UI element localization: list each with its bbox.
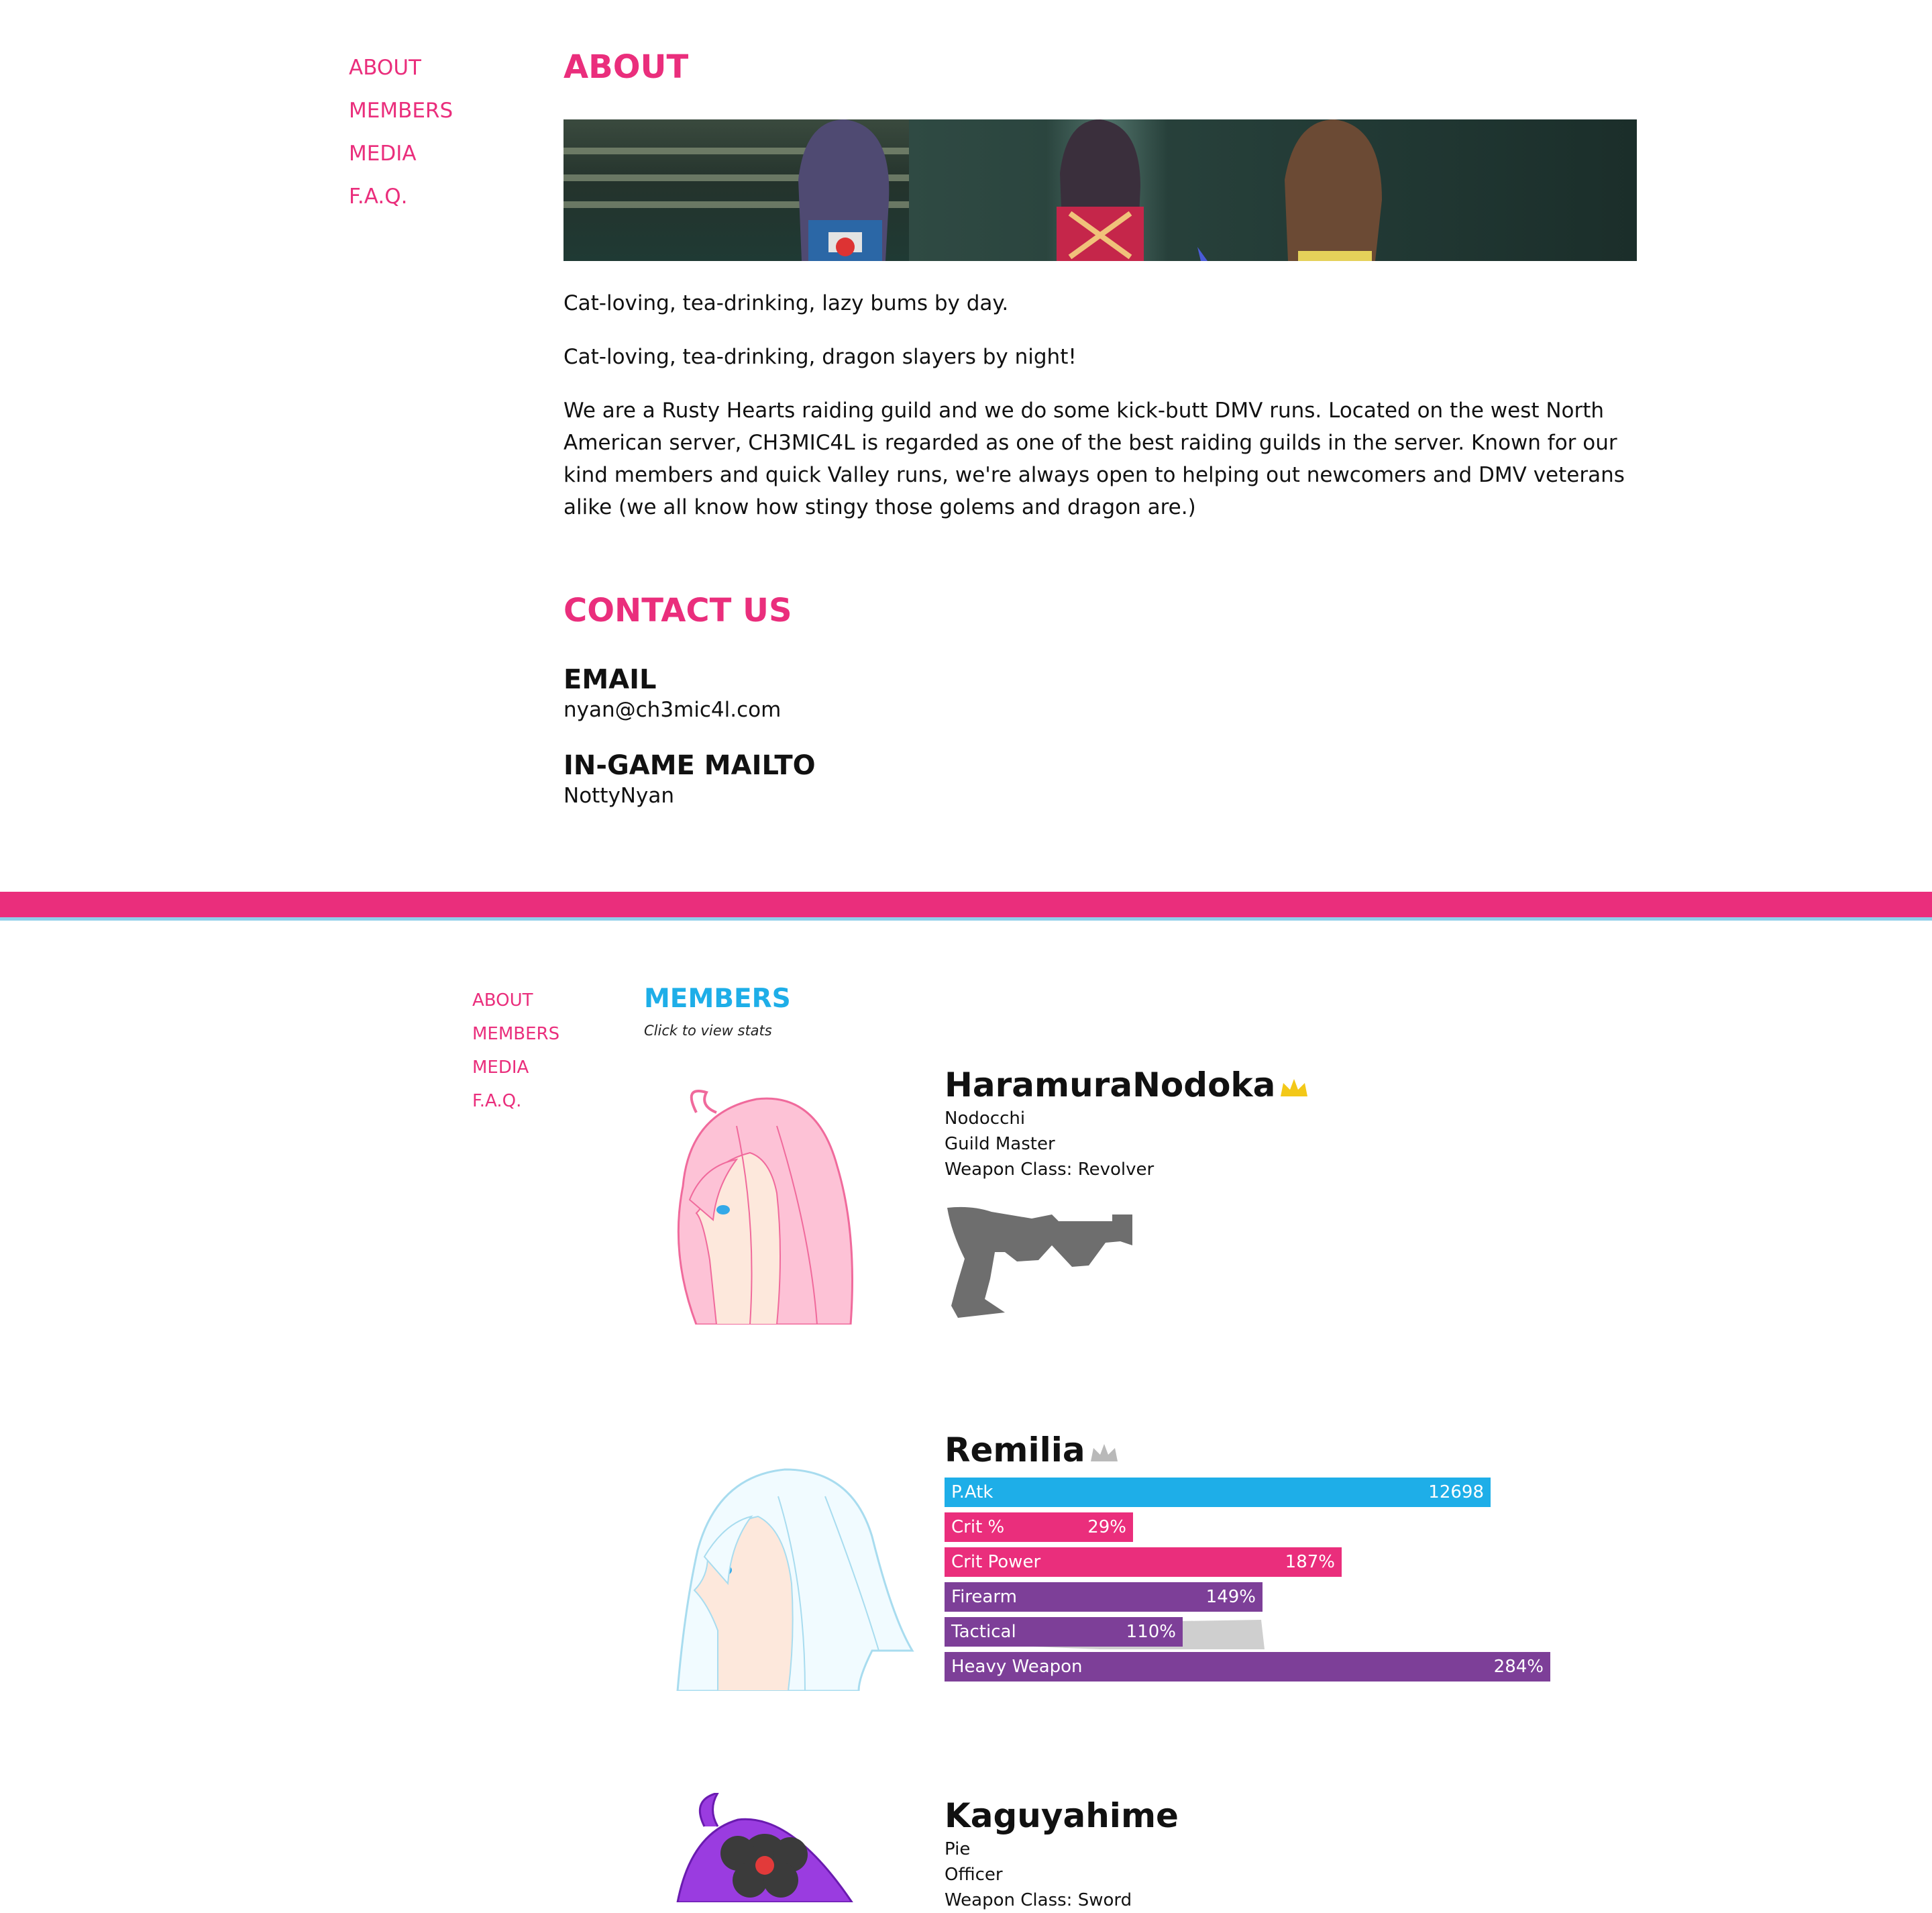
member-portrait-remilia[interactable]: [671, 1449, 919, 1691]
member-weapon-class: Weapon Class: Revolver: [945, 1159, 1155, 1180]
mailto-value: NottyNyan: [564, 784, 674, 808]
stat-bar-crit: Crit % 29%: [945, 1512, 1133, 1542]
crown-icon: [1281, 1078, 1308, 1096]
stat-value: 12698: [1428, 1482, 1484, 1502]
stat-label: Crit %: [951, 1517, 1005, 1537]
stat-label: Crit Power: [951, 1552, 1041, 1572]
stat-bar-p-atk: P.Atk 12698: [945, 1478, 1491, 1507]
section-divider-line: [0, 917, 1932, 921]
member-portrait-haramuranodoka[interactable]: [643, 1086, 884, 1325]
email-value[interactable]: nyan@ch3mic4l.com: [564, 698, 781, 722]
member-weapon-class: Weapon Class: Sword: [945, 1890, 1132, 1910]
stat-label: Heavy Weapon: [951, 1657, 1083, 1677]
stat-bar-firearm: Firearm 149%: [945, 1582, 1263, 1612]
nav-members-link[interactable]: MEMBERS: [472, 1023, 559, 1056]
nav-about-link[interactable]: ABOUT: [349, 55, 453, 98]
about-paragraph-3: We are a Rusty Hearts raiding guild and …: [564, 399, 1625, 519]
contact-heading: CONTACT US: [564, 592, 792, 629]
member-rank: Guild Master: [945, 1134, 1055, 1154]
stat-bar-heavy-weapon: Heavy Weapon 284%: [945, 1652, 1550, 1682]
member-name-kaguyahime[interactable]: Kaguyahime: [945, 1796, 1179, 1835]
nav-faq-link[interactable]: F.A.Q.: [349, 184, 453, 227]
side-nav-members: ABOUT MEMBERS MEDIA F.A.Q.: [472, 989, 559, 1123]
member-nickname: Pie: [945, 1839, 971, 1859]
stat-value: 284%: [1493, 1657, 1544, 1677]
about-paragraph-2: Cat-loving, tea-drinking, dragon slayers…: [564, 345, 1077, 369]
stat-value: 187%: [1285, 1552, 1335, 1572]
nav-members-link[interactable]: MEMBERS: [349, 98, 453, 141]
member-nickname: Nodocchi: [945, 1108, 1026, 1129]
member-name-remilia[interactable]: Remilia: [945, 1431, 1119, 1469]
member-name-haramuranodoka[interactable]: HaramuraNodoka: [945, 1066, 1309, 1104]
nav-media-link[interactable]: MEDIA: [472, 1056, 559, 1090]
guild-banner-image: [564, 119, 1637, 261]
about-paragraph-1: Cat-loving, tea-drinking, lazy bums by d…: [564, 291, 1009, 315]
member-portrait-kaguyahime[interactable]: [671, 1793, 872, 1902]
members-heading: MEMBERS: [644, 984, 791, 1014]
nav-media-link[interactable]: MEDIA: [349, 141, 453, 184]
crown-icon: [1090, 1443, 1118, 1461]
mailto-label: IN-GAME MAILTO: [564, 750, 816, 781]
email-label: EMAIL: [564, 664, 657, 695]
stat-value: 29%: [1087, 1517, 1126, 1537]
nav-about-link[interactable]: ABOUT: [472, 989, 559, 1023]
members-subtitle: Click to view stats: [644, 1023, 772, 1039]
stat-value: 149%: [1205, 1587, 1256, 1607]
nav-faq-link[interactable]: F.A.Q.: [472, 1090, 559, 1123]
stat-label: Tactical: [951, 1622, 1016, 1642]
member-rank: Officer: [945, 1865, 1003, 1885]
stat-bar-tactical: Tactical 110%: [945, 1617, 1183, 1647]
member-info-haramuranodoka: Nodocchi Guild Master Weapon Class: Revo…: [945, 1106, 1154, 1182]
section-divider: [0, 892, 1932, 917]
stat-bar-crit-power: Crit Power 187%: [945, 1547, 1342, 1577]
side-nav-top: ABOUT MEMBERS MEDIA F.A.Q.: [349, 55, 453, 227]
member-info-kaguyahime: Pie Officer Weapon Class: Sword: [945, 1837, 1132, 1913]
stat-value: 110%: [1126, 1622, 1176, 1642]
revolver-icon: [947, 1206, 1132, 1318]
stat-label: P.Atk: [951, 1482, 994, 1502]
stat-label: Firearm: [951, 1587, 1017, 1607]
about-heading: ABOUT: [564, 48, 689, 86]
